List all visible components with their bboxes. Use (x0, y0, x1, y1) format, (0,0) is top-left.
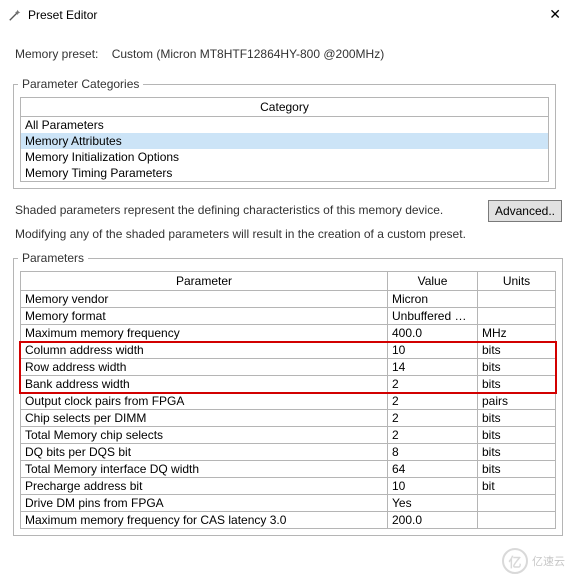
table-row[interactable]: Column address width10bits (20, 342, 556, 359)
param-value-cell: 2 (388, 410, 478, 427)
titlebar: Preset Editor ✕ (0, 0, 571, 33)
param-value-cell: 10 (388, 478, 478, 495)
param-name-cell: Drive DM pins from FPGA (20, 495, 388, 512)
param-value-cell: 8 (388, 444, 478, 461)
param-value-cell: 10 (388, 342, 478, 359)
param-units-cell (478, 308, 556, 325)
category-row[interactable]: Memory Timing Parameters (21, 165, 548, 181)
param-units-cell (478, 495, 556, 512)
param-value-cell: Unbuffered DI... (388, 308, 478, 325)
param-value-cell: Micron (388, 291, 478, 308)
param-name-cell: DQ bits per DQS bit (20, 444, 388, 461)
memory-preset-line: Memory preset: Custom (Micron MT8HTF1286… (15, 47, 556, 61)
table-row[interactable]: Precharge address bit10bit (20, 478, 556, 495)
param-units-cell (478, 291, 556, 308)
param-name-cell: Maximum memory frequency (20, 325, 388, 342)
table-row[interactable]: Total Memory chip selects2bits (20, 427, 556, 444)
param-units-cell: MHz (478, 325, 556, 342)
window-title: Preset Editor (28, 8, 97, 22)
param-units-cell: bits (478, 444, 556, 461)
parameter-categories-legend: Parameter Categories (18, 77, 143, 91)
col-header-value[interactable]: Value (388, 271, 478, 291)
param-units-cell: bits (478, 376, 556, 393)
param-name-cell: Memory format (20, 308, 388, 325)
param-name-cell: Precharge address bit (20, 478, 388, 495)
param-units-cell: bits (478, 359, 556, 376)
table-row[interactable]: Drive DM pins from FPGAYes (20, 495, 556, 512)
memory-preset-label: Memory preset: (15, 47, 98, 61)
param-value-cell: 2 (388, 376, 478, 393)
info-line-1: Shaded parameters represent the defining… (15, 203, 556, 217)
parameters-group: Parameters Parameter Value Units Memory … (13, 251, 563, 536)
param-units-cell: bit (478, 478, 556, 495)
watermark: 亿 亿速云 (502, 548, 565, 574)
param-value-cell: 2 (388, 427, 478, 444)
parameters-legend: Parameters (18, 251, 88, 265)
param-value-cell: 14 (388, 359, 478, 376)
wand-icon (8, 8, 22, 22)
category-row[interactable]: All Parameters (21, 117, 548, 133)
watermark-icon: 亿 (502, 548, 528, 574)
advanced-button[interactable]: Advanced.. (488, 200, 562, 222)
watermark-text: 亿速云 (532, 553, 565, 569)
param-name-cell: Chip selects per DIMM (20, 410, 388, 427)
param-name-cell: Total Memory interface DQ width (20, 461, 388, 478)
param-units-cell: bits (478, 342, 556, 359)
col-header-parameter[interactable]: Parameter (20, 271, 388, 291)
table-row[interactable]: Maximum memory frequency400.0MHz (20, 325, 556, 342)
param-value-cell: Yes (388, 495, 478, 512)
param-units-cell: pairs (478, 393, 556, 410)
param-name-cell: Bank address width (20, 376, 388, 393)
table-row[interactable]: DQ bits per DQS bit8bits (20, 444, 556, 461)
param-units-cell: bits (478, 410, 556, 427)
parameter-categories-group: Parameter Categories Category All Parame… (13, 77, 556, 189)
parameters-header-row: Parameter Value Units (20, 271, 556, 291)
parameters-rows: Memory vendorMicronMemory formatUnbuffer… (20, 291, 556, 529)
table-row[interactable]: Chip selects per DIMM2bits (20, 410, 556, 427)
memory-preset-value: Custom (Micron MT8HTF12864HY-800 @200MHz… (112, 47, 385, 61)
table-row[interactable]: Maximum memory frequency for CAS latency… (20, 512, 556, 529)
table-row[interactable]: Total Memory interface DQ width64bits (20, 461, 556, 478)
category-row[interactable]: Memory Initialization Options (21, 149, 548, 165)
param-units-cell (478, 512, 556, 529)
param-name-cell: Memory vendor (20, 291, 388, 308)
info-line-2: Modifying any of the shaded parameters w… (15, 227, 556, 241)
param-name-cell: Total Memory chip selects (20, 427, 388, 444)
param-name-cell: Output clock pairs from FPGA (20, 393, 388, 410)
param-name-cell: Maximum memory frequency for CAS latency… (20, 512, 388, 529)
param-units-cell: bits (478, 427, 556, 444)
table-row[interactable]: Memory vendorMicron (20, 291, 556, 308)
table-row[interactable]: Memory formatUnbuffered DI... (20, 308, 556, 325)
param-units-cell: bits (478, 461, 556, 478)
col-header-units[interactable]: Units (478, 271, 556, 291)
param-name-cell: Column address width (20, 342, 388, 359)
category-list[interactable]: All ParametersMemory AttributesMemory In… (20, 117, 549, 182)
table-row[interactable]: Row address width14bits (20, 359, 556, 376)
param-name-cell: Row address width (20, 359, 388, 376)
close-icon[interactable]: ✕ (549, 6, 561, 23)
info-block: Shaded parameters represent the defining… (15, 203, 556, 241)
param-value-cell: 400.0 (388, 325, 478, 342)
category-row[interactable]: Memory Attributes (21, 133, 548, 149)
category-header: Category (20, 97, 549, 117)
param-value-cell: 200.0 (388, 512, 478, 529)
param-value-cell: 64 (388, 461, 478, 478)
table-row[interactable]: Bank address width2bits (20, 376, 556, 393)
param-value-cell: 2 (388, 393, 478, 410)
table-row[interactable]: Output clock pairs from FPGA2pairs (20, 393, 556, 410)
highlighted-rows: Column address width10bitsRow address wi… (20, 342, 556, 393)
